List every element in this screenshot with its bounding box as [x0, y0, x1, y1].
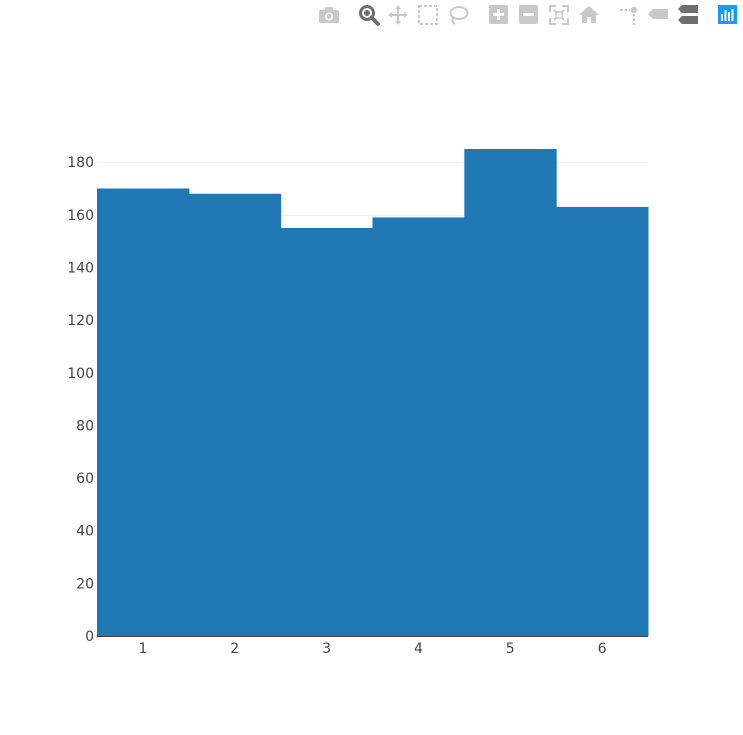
y-tick-label: 100: [67, 366, 94, 382]
bar-5[interactable]: [464, 149, 557, 636]
box-select-icon[interactable]: Box Select: [418, 5, 438, 25]
modebar-icons: Download plot as a png Zoom Pan Box Select L…: [319, 5, 737, 26]
home-icon[interactable]: Reset axes: [579, 6, 599, 23]
modebar: Download plot as a png Zoom Pan Box Select L…: [314, 3, 743, 27]
y-tick-label: 140: [67, 260, 94, 276]
y-tick-label: 0: [85, 629, 94, 645]
x-tick-label: 2: [230, 641, 239, 657]
autoscale-icon[interactable]: Autoscale: [549, 5, 569, 25]
hover-compare-icon[interactable]: Compare data on hover: [678, 5, 698, 24]
plotly-logo-icon[interactable]: Produced with Plotly: [718, 5, 737, 24]
bar-2[interactable]: [188, 193, 282, 637]
camera-icon[interactable]: Download plot as a png: [319, 7, 339, 23]
x-tick-label: 5: [506, 641, 515, 657]
y-tick-label: 160: [67, 208, 94, 224]
y-tick-label: 40: [76, 524, 94, 540]
x-tick-label: 6: [598, 641, 607, 657]
bar-4[interactable]: [372, 217, 465, 636]
bar-3[interactable]: [280, 227, 373, 637]
chart-figure: 0 20 40 60 80 100 120 140 160 180 1 2 3 4 5 6 Download …: [0, 0, 743, 735]
zoom-out-icon[interactable]: Zoom out: [519, 5, 538, 24]
bar-1[interactable]: [97, 188, 190, 636]
y-tick-label: 120: [67, 313, 94, 329]
zoom-icon[interactable]: Zoom: [359, 5, 380, 26]
pan-icon[interactable]: Pan: [388, 5, 408, 25]
hover-closest-icon[interactable]: Show closest data on hover: [648, 9, 668, 19]
x-tick-label: 3: [322, 641, 331, 657]
y-tick-label: 80: [76, 418, 94, 434]
y-tick-label: 20: [76, 576, 94, 592]
bar-6[interactable]: [556, 206, 649, 636]
lasso-select-icon[interactable]: Lasso Select: [449, 6, 469, 25]
x-tick-label: 1: [138, 641, 147, 657]
bars: [97, 149, 649, 637]
y-tick-label: 180: [67, 155, 94, 171]
zoom-in-icon[interactable]: Zoom in: [489, 5, 508, 24]
y-tick-label: 60: [76, 471, 94, 487]
bar-chart: 0 20 40 60 80 100 120 140 160 180 1 2 3 4 5 6: [67, 149, 649, 657]
spike-lines-icon[interactable]: Toggle Spike Lines: [620, 6, 638, 25]
x-tick-label: 4: [414, 641, 423, 657]
